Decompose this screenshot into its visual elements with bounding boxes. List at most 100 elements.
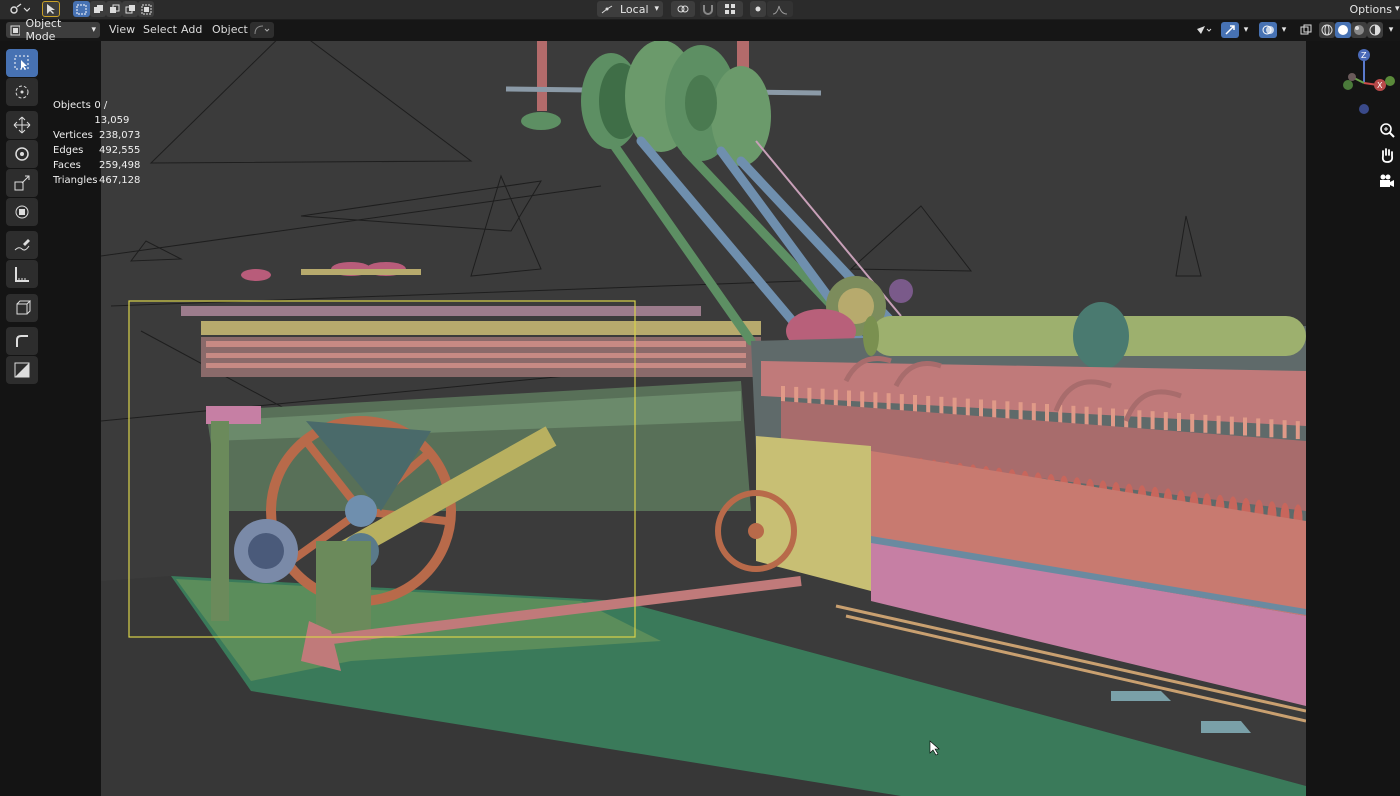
shading-dropdown[interactable]: ▾	[1384, 22, 1398, 38]
gizmo-neg-z-axis[interactable]	[1359, 104, 1369, 114]
tool-measure[interactable]	[6, 260, 38, 288]
mode-new-button[interactable]	[73, 1, 90, 17]
mode-dropdown[interactable]: Object Mode ▾	[6, 17, 100, 43]
stat-objects: Objects 0 / 13,059	[53, 98, 140, 128]
transform-orientation-dropdown[interactable]: Local ▾	[597, 1, 663, 17]
editor-type-button[interactable]	[6, 1, 32, 17]
rotate-icon	[15, 147, 29, 161]
tool-scale[interactable]	[6, 169, 38, 197]
visibility-dropdown[interactable]	[1192, 22, 1216, 38]
chevron-down-icon: ▾	[654, 4, 659, 14]
select-intersect-icon	[141, 4, 151, 14]
extra-dropdown[interactable]	[250, 22, 274, 38]
gizmo-x-label: X	[1377, 81, 1383, 90]
stat-label: Triangles	[53, 175, 98, 186]
menu-add[interactable]: Add	[176, 22, 207, 38]
overlays-icon	[1262, 25, 1274, 35]
tool-annotate[interactable]	[6, 231, 38, 259]
tool-move[interactable]	[6, 111, 38, 139]
chevron-down-icon: ▾	[1394, 4, 1400, 14]
shading-wireframe-button[interactable]	[1319, 22, 1335, 38]
stat-value: 467,128	[99, 175, 141, 186]
material-sphere-icon	[1354, 25, 1364, 35]
proportional-dot-icon	[755, 6, 761, 12]
falloff-dropdown[interactable]	[767, 1, 793, 17]
tool-transform[interactable]	[6, 198, 38, 226]
shading-material-button[interactable]	[1351, 22, 1367, 38]
zoom-button[interactable]	[1376, 119, 1398, 141]
snap-toggle-button[interactable]	[700, 1, 716, 17]
overlays-dropdown[interactable]: ▾	[1278, 22, 1290, 38]
shading-solid-button[interactable]	[1335, 22, 1351, 38]
3d-viewport[interactable]	[101, 41, 1306, 796]
mode-subtract-button[interactable]	[106, 1, 122, 17]
gizmo-neg-x-axis[interactable]	[1348, 73, 1356, 81]
navigation-gizmo[interactable]: Z X	[1306, 41, 1400, 121]
tool-cursor[interactable]	[6, 78, 38, 106]
tool-select-box[interactable]	[6, 49, 38, 77]
top-bar: Local ▾ Options ▾	[0, 0, 1400, 20]
shear-icon	[16, 335, 28, 347]
options-dropdown[interactable]: Options ▾	[1349, 1, 1400, 17]
tool-scale-cage[interactable]	[6, 356, 38, 384]
select-tool-button[interactable]	[42, 1, 60, 17]
toolbar: Objects 0 / 13,059 Vertices 238,073 Edges 4…	[0, 41, 140, 796]
add-cube-icon	[16, 300, 31, 315]
stat-vertices: Vertices 238,073	[53, 128, 140, 143]
xray-toggle-button[interactable]	[1298, 22, 1314, 38]
camera-view-button[interactable]	[1376, 170, 1398, 192]
gizmo-z-label: Z	[1361, 51, 1367, 60]
select-invert-icon	[125, 4, 135, 13]
stat-triangles: Triangles 467,128	[53, 173, 140, 188]
select-box-icon	[14, 55, 29, 70]
navigation-area: Z X	[1306, 41, 1400, 796]
gizmo-y-axis[interactable]	[1385, 76, 1395, 86]
mode-intersect-button[interactable]	[138, 1, 154, 17]
stat-value: 259,498	[99, 160, 141, 171]
object-mode-icon	[10, 25, 21, 35]
xray-icon	[1300, 24, 1312, 35]
scene-render	[101, 41, 1306, 796]
scale-icon	[14, 175, 30, 191]
magnet-icon	[703, 5, 713, 15]
gizmo-toggle-button[interactable]	[1221, 22, 1239, 38]
zoom-icon	[1380, 123, 1395, 138]
scene-statistics: Objects 0 / 13,059 Vertices 238,073 Edges 4…	[53, 98, 140, 188]
pan-button[interactable]	[1376, 144, 1398, 166]
snap-target-dropdown[interactable]	[717, 1, 743, 17]
gizmo-dropdown[interactable]: ▾	[1240, 22, 1252, 38]
tool-shear[interactable]	[6, 327, 38, 355]
stat-edges: Edges 492,555	[53, 143, 140, 158]
mode-label: Object Mode	[25, 17, 62, 43]
overlays-toggle-button[interactable]	[1259, 22, 1277, 38]
menu-view[interactable]: View	[104, 22, 140, 38]
pivot-point-dropdown[interactable]	[671, 1, 695, 17]
stat-label: Objects	[53, 100, 91, 111]
viewport-header: Object Mode ▾ View Select Add Object ▾ ▾…	[0, 17, 1400, 43]
transform-icon	[15, 205, 29, 219]
stat-value: 238,073	[99, 130, 141, 141]
gizmo-neg-y-axis[interactable]	[1343, 80, 1353, 90]
pivot-icon	[677, 5, 689, 13]
shading-rendered-button[interactable]	[1367, 22, 1383, 38]
wireframe-sphere-icon	[1321, 24, 1333, 36]
mode-invert-button[interactable]	[122, 1, 138, 17]
stat-label: Edges	[53, 145, 84, 156]
chevron-down-icon: ▾	[1281, 25, 1287, 35]
snap-grid-icon	[725, 4, 735, 14]
tool-rotate[interactable]	[6, 140, 38, 168]
select-extend-icon	[93, 4, 103, 13]
tool-add-cube[interactable]	[6, 294, 38, 322]
chevron-down-icon: ▾	[91, 25, 96, 35]
cursor-arrow-icon	[47, 4, 55, 14]
menu-object[interactable]: Object	[207, 22, 253, 38]
stat-value: 0 / 13,059	[94, 100, 130, 126]
chevron-down-icon: ▾	[1243, 25, 1249, 35]
falloff-curve-icon	[772, 5, 788, 15]
orientation-label: Local	[620, 2, 649, 16]
mode-extend-button[interactable]	[90, 1, 106, 17]
cursor-select-icon	[1197, 26, 1212, 34]
proportional-edit-button[interactable]	[750, 1, 766, 17]
rendered-sphere-icon	[1369, 24, 1381, 36]
orientation-icon	[601, 5, 613, 14]
